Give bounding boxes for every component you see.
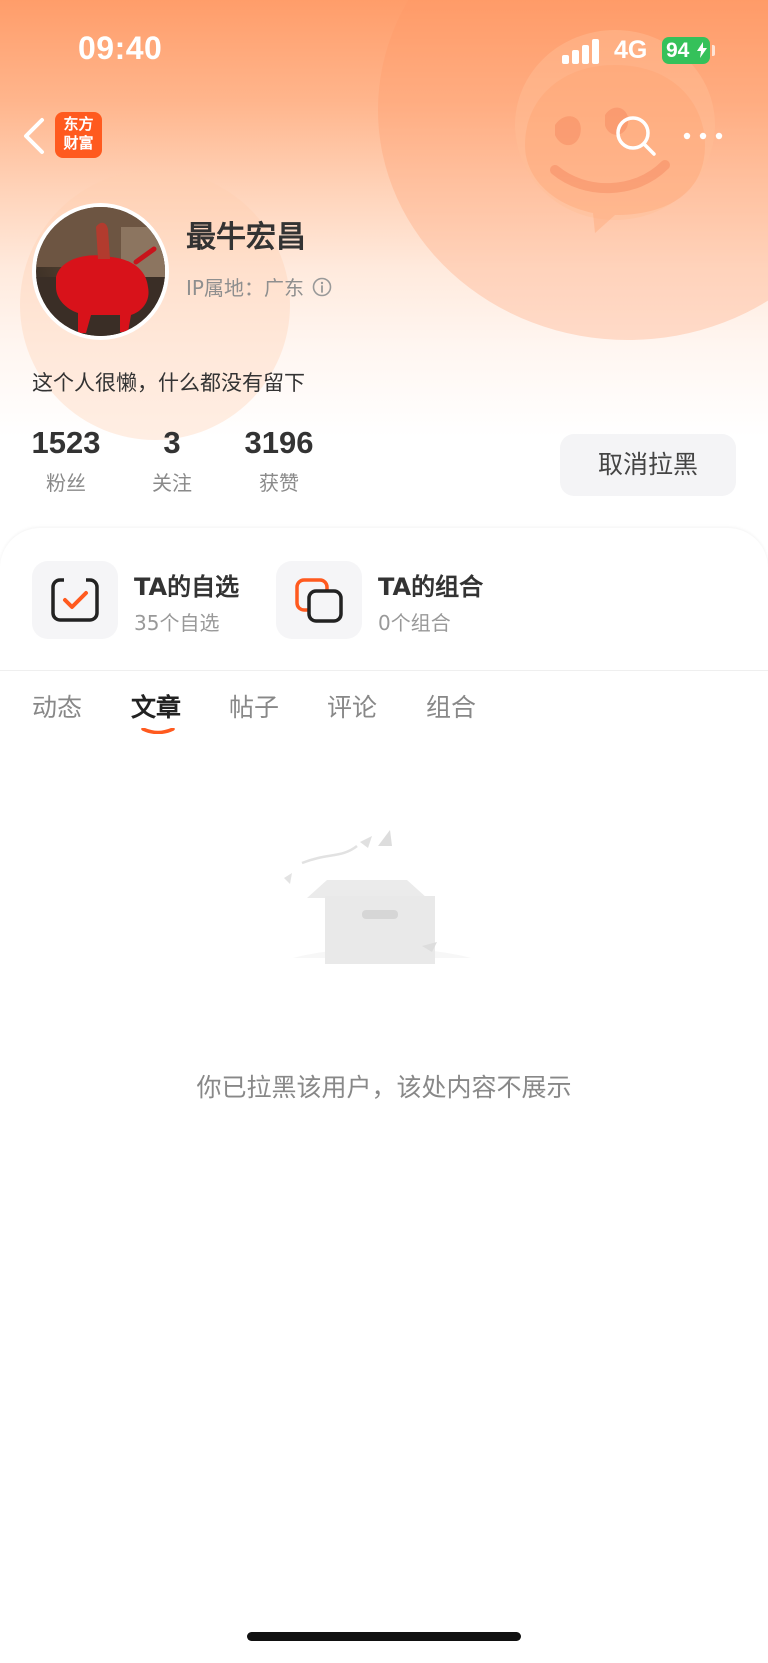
battery-icon: 94 — [662, 37, 710, 64]
unblock-button[interactable]: 取消拉黑 — [560, 434, 736, 496]
status-bar: 09:40 4G 94 — [0, 0, 768, 100]
avatar-image — [36, 207, 165, 336]
divider — [0, 670, 768, 671]
tab-portfolios[interactable]: 组合 — [426, 688, 476, 724]
ip-location-row: IP属地：广东 — [186, 272, 332, 301]
stat-following[interactable]: 3 关注 — [143, 425, 201, 496]
back-button[interactable] — [18, 114, 54, 158]
stat-label: 获赞 — [259, 471, 299, 495]
tab-comments[interactable]: 评论 — [327, 688, 377, 724]
tab-activity[interactable]: 动态 — [32, 688, 82, 724]
search-button[interactable] — [612, 112, 660, 160]
network-type: 4G — [614, 36, 648, 64]
home-indicator[interactable] — [247, 1632, 521, 1641]
stat-likes[interactable]: 3196 获赞 — [243, 425, 315, 496]
empty-box-icon — [232, 828, 532, 1028]
stat-fans[interactable]: 1523 粉丝 — [30, 425, 102, 496]
more-button[interactable] — [681, 122, 725, 150]
signal-icon — [562, 38, 602, 64]
watchlist-check-icon — [51, 576, 99, 622]
tab-bar: 动态 文章 帖子 评论 组合 — [0, 688, 768, 758]
tab-posts[interactable]: 帖子 — [229, 688, 279, 724]
content-panel: TA的自选 35个自选 TA的组合 0个组合 动态 文章 帖子 评论 组合 你已… — [0, 528, 768, 1663]
logo-text-line1: 东方 — [63, 115, 94, 133]
chevron-left-icon — [24, 118, 44, 154]
stat-value: 3196 — [244, 425, 314, 460]
stat-value: 1523 — [31, 425, 101, 460]
stat-label: 关注 — [152, 471, 192, 495]
status-time: 09:40 — [78, 30, 163, 66]
profile-page: 09:40 4G 94 东方 财富 最牛宏昌 IP属地：广东 这个人很懒，什么都… — [0, 0, 768, 1663]
battery-level: 94 — [666, 39, 690, 62]
portfolio-stack-icon — [295, 578, 343, 623]
tab-articles[interactable]: 文章 — [131, 688, 181, 724]
search-icon — [616, 116, 656, 156]
watchlist-card[interactable]: TA的自选 35个自选 — [32, 561, 262, 641]
watchlist-icon-box — [32, 561, 118, 639]
tab-active-indicator — [141, 728, 175, 734]
portfolio-title: TA的组合 — [378, 573, 484, 601]
app-logo[interactable]: 东方 财富 — [55, 112, 102, 158]
stat-label: 粉丝 — [46, 471, 86, 495]
portfolio-count: 0个组合 — [378, 611, 451, 635]
battery-tip — [712, 45, 715, 56]
charging-bolt-icon — [697, 42, 707, 58]
portfolio-card[interactable]: TA的组合 0个组合 — [276, 561, 506, 641]
logo-text-line2: 财富 — [63, 134, 94, 152]
watchlist-title: TA的自选 — [134, 573, 240, 601]
bio: 这个人很懒，什么都没有留下 — [32, 371, 305, 395]
more-dots-icon — [683, 132, 723, 140]
watchlist-count: 35个自选 — [134, 611, 220, 635]
info-icon[interactable] — [312, 277, 332, 297]
portfolio-icon-box — [276, 561, 362, 639]
stat-value: 3 — [163, 425, 181, 460]
empty-state-message: 你已拉黑该用户，该处内容不展示 — [196, 1073, 572, 1102]
username: 最牛宏昌 — [186, 220, 306, 255]
ip-location: IP属地：广东 — [186, 276, 304, 300]
avatar[interactable] — [32, 203, 169, 340]
